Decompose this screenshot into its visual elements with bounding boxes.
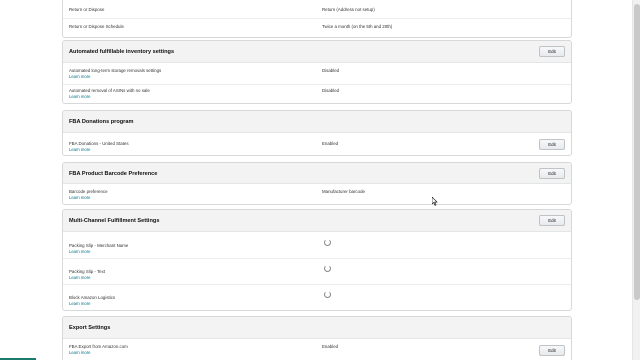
return-or-dispose-row: Return or Dispose Return (Address not se… — [63, 1, 571, 18]
setting-label: FBA Export from Amazon.com — [69, 344, 128, 349]
setting-label: Automated long-term storage removals set… — [69, 68, 162, 73]
setting-row: Packing Slip - Text Learn more — [63, 258, 571, 284]
card-header: Export Settings — [63, 317, 571, 339]
barcode-preference-card: FBA Product Barcode Preference Edit Barc… — [62, 162, 572, 205]
card-title: FBA Product Barcode Preference — [69, 171, 158, 177]
setting-label: Block Amazon Logistics — [69, 295, 116, 300]
setting-label: Barcode preference — [69, 189, 108, 194]
donations-card: FBA Donations program FBA Donations - Un… — [62, 110, 572, 156]
setting-label: Automated removal of ASINs with no sale — [69, 88, 150, 93]
card-header: Automated fulfillable inventory settings… — [63, 41, 571, 63]
setting-value: Enabled — [322, 141, 339, 146]
setting-value: Disabled — [322, 88, 340, 93]
setting-value: Disabled — [322, 68, 340, 73]
card-header: FBA Product Barcode Preference Edit — [63, 163, 571, 184]
edit-button[interactable]: Edit — [539, 139, 565, 150]
export-settings-card: Export Settings FBA Export from Amazon.c… — [62, 316, 572, 360]
card-title: Export Settings — [69, 325, 111, 331]
learn-more-link[interactable]: Learn more — [69, 249, 90, 254]
edit-button[interactable]: Edit — [539, 168, 565, 179]
card-header: Multi-Channel Fulfillment Settings Edit — [63, 210, 571, 232]
setting-value: Twice a month (on the 5th and 20th) — [322, 24, 393, 29]
setting-row: Automated removal of ASINs with no sale … — [63, 84, 571, 103]
setting-value: Enabled — [322, 344, 339, 349]
return-or-dispose-schedule-row: Return or Dispose Schedule Twice a month… — [63, 19, 571, 37]
setting-label: Return or Dispose Schedule — [69, 24, 124, 29]
card-title: Automated fulfillable inventory settings — [69, 49, 175, 55]
setting-row: Barcode preference Learn more Manufactur… — [63, 184, 571, 204]
learn-more-link[interactable]: Learn more — [69, 74, 90, 79]
learn-more-link[interactable]: Learn more — [69, 301, 90, 306]
learn-more-link[interactable]: Learn more — [69, 147, 90, 152]
edit-button[interactable]: Edit — [539, 345, 565, 356]
setting-value: Manufacturer barcode — [322, 189, 365, 194]
vertical-scrollbar[interactable] — [632, 0, 640, 360]
setting-row: FBA Donations - United States Learn more… — [63, 133, 571, 155]
setting-label: FBA Donations - United States — [69, 141, 129, 146]
setting-row: FBA Export from Amazon.com Learn more En… — [63, 339, 571, 360]
edit-button[interactable]: Edit — [539, 215, 565, 226]
card-header: FBA Donations program — [63, 111, 571, 133]
learn-more-link[interactable]: Learn more — [69, 275, 90, 280]
learn-more-link[interactable]: Learn more — [69, 195, 90, 200]
card-title: FBA Donations program — [69, 119, 134, 125]
setting-row: Automated long-term storage removals set… — [63, 63, 571, 83]
setting-label: Return or Dispose — [69, 7, 105, 12]
learn-more-link[interactable]: Learn more — [69, 94, 90, 99]
edit-button[interactable]: Edit — [539, 46, 565, 57]
scrollbar-thumb[interactable] — [634, 4, 640, 300]
mcf-settings-card: Multi-Channel Fulfillment Settings Edit … — [62, 209, 572, 311]
loading-spinner-icon — [324, 291, 331, 298]
learn-more-link[interactable]: Learn more — [69, 350, 90, 355]
inventory-settings-card: Automated fulfillable inventory settings… — [62, 40, 572, 104]
loading-spinner-icon — [324, 265, 331, 272]
card-title: Multi-Channel Fulfillment Settings — [69, 218, 160, 224]
loading-spinner-icon — [324, 239, 331, 246]
setting-value: Return (Address not setup) — [322, 7, 375, 12]
setting-row: Block Amazon Logistics Learn more — [63, 284, 571, 310]
setting-label: Packing Slip - Merchant Name — [69, 243, 129, 248]
return-settings-card: Return or Dispose Return (Address not se… — [62, 0, 572, 38]
setting-label: Packing Slip - Text — [69, 269, 106, 274]
fba-settings-page: Return or Dispose Return (Address not se… — [0, 0, 632, 360]
setting-row: Packing Slip - Merchant Name Learn more — [63, 232, 571, 258]
